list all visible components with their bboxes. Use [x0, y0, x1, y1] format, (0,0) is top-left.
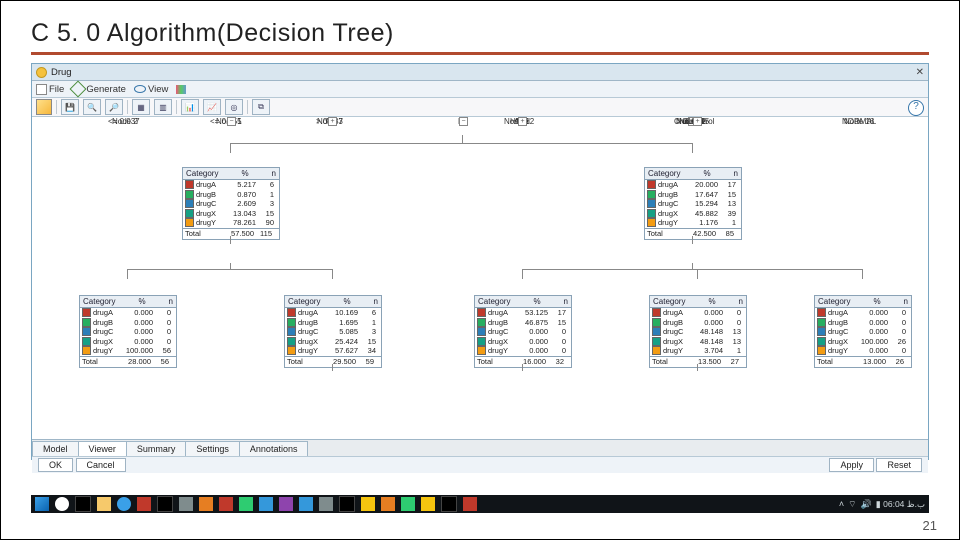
app-icon-4[interactable] [199, 497, 213, 511]
app-icon-10[interactable] [319, 497, 333, 511]
node-1[interactable]: Category%ndrugA5.2176drugB0.8701drugC2.6… [182, 167, 280, 240]
app-icon-12[interactable] [361, 497, 375, 511]
tab-settings[interactable]: Settings [185, 441, 240, 456]
file-icon [36, 84, 47, 95]
model-nugget-icon[interactable] [36, 99, 52, 115]
node-2[interactable]: Category%ndrugA0.0000drugB0.0000drugC0.0… [79, 295, 177, 368]
tool-grid-icon[interactable]: ▥ [154, 99, 172, 115]
menu-generate[interactable]: Generate [72, 83, 126, 95]
tool-zoomsel-icon[interactable]: 🔎 [105, 99, 123, 115]
node18-title: Node 18 [844, 117, 874, 126]
gear-icon [70, 81, 87, 98]
menu-file[interactable]: File [36, 84, 64, 95]
tab-annotations[interactable]: Annotations [239, 441, 309, 456]
window-title: Drug [51, 67, 72, 78]
ok-button[interactable]: OK [38, 458, 73, 472]
close-icon[interactable]: ✕ [916, 67, 924, 78]
tab-summary[interactable]: Summary [126, 441, 187, 456]
windows-taskbar: ˄ ⌔ 🔊 ▮ 06:04 ب.ظ [31, 495, 929, 513]
cancel-button[interactable]: Cancel [76, 458, 126, 472]
app-icon-7[interactable] [259, 497, 273, 511]
explorer-icon[interactable] [97, 497, 111, 511]
app-icon-11[interactable] [339, 496, 355, 512]
node-18[interactable]: Category%ndrugA0.0000drugB0.0000drugC0.0… [814, 295, 912, 368]
slide-title: C 5. 0 Algorithm(Decision Tree) [31, 19, 929, 48]
app-icon-13[interactable] [381, 497, 395, 511]
eye-icon [134, 85, 146, 93]
menu-bar: File Generate View [32, 81, 928, 98]
tool-zoom-icon[interactable]: 🔍 [83, 99, 101, 115]
node2-title: Node 2 [112, 117, 138, 126]
tool-hist-icon[interactable]: 📊 [181, 99, 199, 115]
app-icon-2[interactable] [157, 496, 173, 512]
tool-gains-icon[interactable]: ⧉ [252, 99, 270, 115]
node-3[interactable]: Category%ndrugA10.1696drugB1.6951drugC5.… [284, 295, 382, 368]
app-icon-16[interactable] [441, 496, 457, 512]
help-button[interactable]: ? [908, 100, 924, 116]
sound-icon[interactable]: 🔊 [861, 499, 872, 509]
apply-button[interactable]: Apply [829, 458, 874, 472]
root-expand-icon[interactable]: − [459, 117, 468, 126]
window-titlebar: Drug ✕ [32, 64, 928, 81]
tool-save-icon[interactable]: 💾 [61, 99, 79, 115]
app-icon-17[interactable] [463, 497, 477, 511]
app-icon-1[interactable] [137, 497, 151, 511]
node-15[interactable]: Category%ndrugA0.0000drugB0.0000drugC48.… [649, 295, 747, 368]
n1-expand-icon[interactable]: − [227, 117, 236, 126]
app-icon-14[interactable] [401, 497, 415, 511]
na-expand-icon[interactable]: + [328, 117, 337, 126]
app-icon-5[interactable] [219, 497, 233, 511]
app-icon-6[interactable] [239, 497, 253, 511]
bottom-buttonbar: OK Cancel Apply Reset [32, 456, 928, 473]
start-icon[interactable] [35, 497, 49, 511]
edge-icon[interactable] [117, 497, 131, 511]
wifi-icon[interactable]: ⌔ [848, 499, 856, 509]
menu-view[interactable]: View [134, 84, 168, 95]
title-rule [31, 52, 929, 55]
tab-viewer[interactable]: Viewer [78, 441, 127, 456]
app-icon-8[interactable] [279, 497, 293, 511]
tool-table-icon[interactable]: ▦ [132, 99, 150, 115]
app-icon [36, 67, 47, 78]
search-icon[interactable] [55, 497, 69, 511]
node-11[interactable]: Category%ndrugA20.00017drugB17.64715drug… [644, 167, 742, 240]
app-icon-15[interactable] [421, 497, 435, 511]
taskview-icon[interactable] [75, 496, 91, 512]
age-expand-icon[interactable]: + [518, 117, 527, 126]
reset-button[interactable]: Reset [876, 458, 922, 472]
toolbar: 💾 🔍 🔎 ▦ ▥ 📊 📈 ◎ ⧉ [32, 98, 928, 117]
app-icon-9[interactable] [299, 497, 313, 511]
clock-time[interactable]: 06:04 ب.ظ [883, 499, 925, 509]
tree-canvas[interactable]: K − <= 0.055 > 0.055 Node 1 Category%ndr… [32, 117, 928, 439]
battery-icon[interactable]: ▮ [876, 499, 881, 509]
tool-chart2-icon[interactable]: 📈 [203, 99, 221, 115]
app-icon-3[interactable] [179, 497, 193, 511]
node-12[interactable]: Category%ndrugA53.12517drugB46.87515drug… [474, 295, 572, 368]
tray-up-icon[interactable]: ˄ [839, 499, 844, 509]
tool-target-icon[interactable]: ◎ [225, 99, 243, 115]
tab-model[interactable]: Model [32, 441, 79, 456]
screenshot-window: Drug ✕ File Generate View 💾 🔍 🔎 ▦ ▥ 📊 📈 … [31, 63, 929, 460]
page-number: 21 [923, 518, 937, 533]
chart-icon[interactable] [176, 85, 186, 94]
chol-expand-icon[interactable]: + [693, 117, 702, 126]
bottom-tabs: Model Viewer Summary Settings Annotation… [32, 439, 928, 456]
